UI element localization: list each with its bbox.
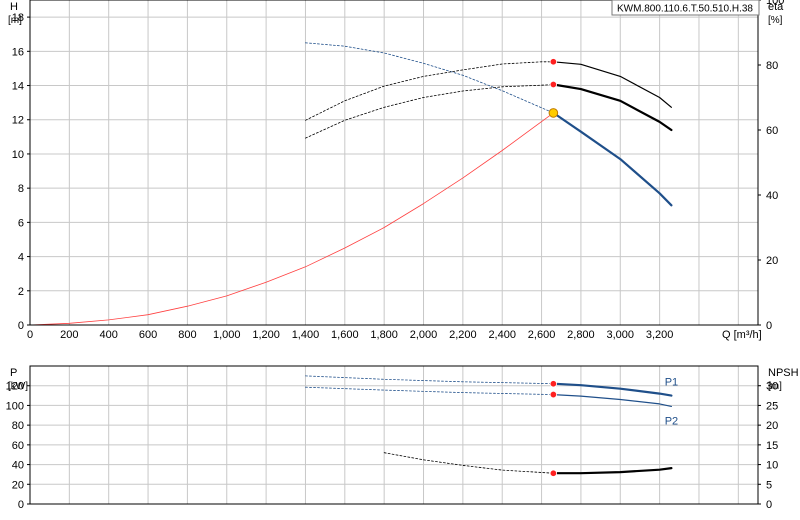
product-label-box: KWM.800.110.6.T.50.510.H.38 — [611, 0, 760, 16]
y2-tick-label: 40 — [766, 190, 778, 202]
y2-tick-label: 20 — [766, 420, 778, 432]
y-tick-label: 6 — [18, 217, 24, 229]
series-line — [305, 375, 554, 385]
y2-tick-label: 25 — [766, 400, 778, 412]
series-label: P1 — [665, 377, 678, 389]
series-layer — [29, 42, 673, 477]
y-axis-label: P — [10, 367, 17, 379]
series-line — [552, 111, 673, 207]
series-label: P2 — [665, 415, 678, 427]
x-tick-label: 2,200 — [449, 329, 477, 341]
y2-tick-label: 0 — [766, 499, 772, 511]
series-line — [383, 452, 554, 474]
y-tick-label: 12 — [12, 115, 24, 127]
x-axis-label: Q [m³/h] — [722, 329, 762, 341]
x-tick-label: 1,000 — [213, 329, 241, 341]
operating-point — [549, 469, 558, 477]
x-tick-label: 2,000 — [410, 329, 438, 341]
axes-layer — [27, 0, 761, 505]
y-tick-label: 16 — [12, 46, 24, 58]
x-tick-label: 1,600 — [331, 329, 359, 341]
x-tick-label: 3,000 — [607, 329, 635, 341]
operating-point — [549, 58, 558, 66]
x-tick-label: 2,400 — [488, 329, 516, 341]
y-tick-label: 14 — [12, 81, 24, 93]
y-axis-label: H — [10, 1, 18, 13]
y2-tick-label: 80 — [766, 60, 778, 72]
chart-canvas: 024681012141618020406080100H[m]eta[%]0 20… — [6, 0, 799, 511]
y2-axis-label: eta — [768, 1, 784, 13]
x-tick-label: 0 — [27, 329, 33, 341]
plot-frame — [29, 0, 759, 326]
x-tick-label: 2,600 — [528, 329, 556, 341]
x-tick-label: 2,800 — [567, 329, 595, 341]
text-layer: 024681012141618020406080100H[m]eta[%]0 20… — [6, 0, 799, 511]
y2-axis-unit: [m] — [768, 381, 782, 392]
grid-layer — [29, 0, 758, 505]
series-line — [552, 61, 673, 108]
y-tick-label: 0 — [18, 499, 24, 511]
plot-frame — [29, 365, 759, 505]
operating-point — [549, 390, 558, 399]
y2-tick-label: 5 — [766, 479, 772, 491]
operating-point — [549, 380, 558, 388]
series-line — [305, 84, 554, 139]
x-tick-label: 800 — [178, 329, 196, 341]
series-line — [305, 42, 554, 114]
y2-tick-label: 0 — [766, 320, 772, 332]
y-tick-label: 4 — [18, 252, 24, 264]
series-line — [305, 61, 554, 121]
x-tick-label: 1,400 — [292, 329, 320, 341]
y2-tick-label: 10 — [766, 460, 778, 472]
y2-axis-unit: [%] — [768, 15, 783, 26]
x-tick-label: 3,200 — [646, 329, 674, 341]
y2-tick-label: 20 — [766, 255, 778, 267]
y-tick-label: 10 — [12, 149, 24, 161]
series-line — [552, 394, 673, 407]
x-tick-label: 400 — [100, 329, 118, 341]
x-tick-label: 1,800 — [370, 329, 398, 341]
y-axis-unit: [kW] — [8, 381, 28, 392]
y-tick-label: 60 — [12, 440, 24, 452]
y-axis-unit: [m] — [8, 15, 22, 26]
duty-point — [548, 108, 559, 118]
y-tick-label: 8 — [18, 183, 24, 195]
y-tick-label: 2 — [18, 286, 24, 298]
x-tick-label: 200 — [60, 329, 78, 341]
x-tick-label: 600 — [139, 329, 157, 341]
series-line — [552, 83, 673, 132]
y-tick-label: 20 — [12, 479, 24, 491]
x-tick-label: 1,200 — [252, 329, 280, 341]
series-line — [305, 386, 554, 396]
y2-tick-label: 15 — [766, 440, 778, 452]
y-tick-label: 80 — [12, 420, 24, 432]
y-tick-label: 40 — [12, 460, 24, 472]
product-label: KWM.800.110.6.T.50.510.H.38 — [617, 4, 753, 15]
y2-tick-label: 60 — [766, 125, 778, 137]
y2-axis-label: NPSH — [768, 367, 799, 379]
series-line — [552, 467, 673, 475]
y-tick-label: 0 — [18, 320, 24, 332]
y-tick-label: 100 — [6, 400, 24, 412]
operating-point — [549, 80, 558, 89]
